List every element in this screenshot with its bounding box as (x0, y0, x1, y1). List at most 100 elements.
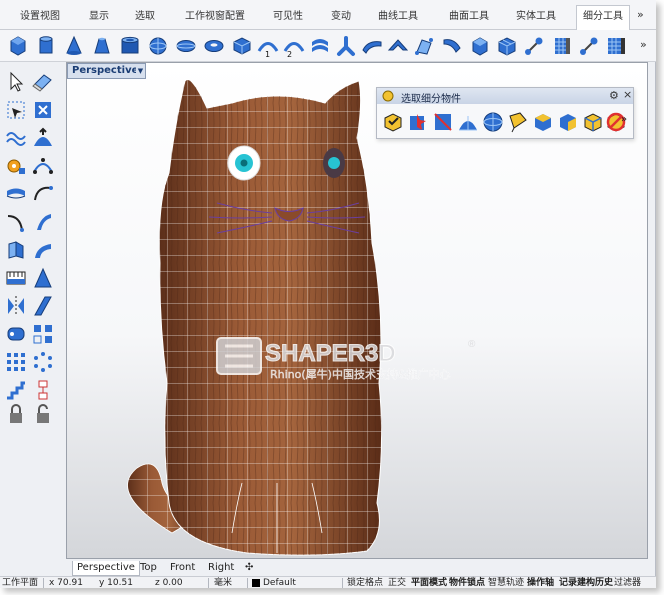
subd-toolbar: 1 2 » (0, 30, 656, 62)
select-subd-panel: 选取细分物件 ⚙ × » (376, 87, 634, 139)
surface-from-points-icon[interactable] (31, 126, 55, 150)
tab-subd-tools[interactable]: 细分工具 (576, 5, 630, 30)
gear-puzzle-icon[interactable] (4, 154, 28, 178)
stairs-icon[interactable] (4, 378, 28, 402)
tab-viewport-layout[interactable]: 工作视窗配置 (179, 7, 251, 29)
history-toggle[interactable]: 记录建构历史 (559, 577, 613, 589)
grid-points-icon[interactable] (4, 350, 28, 374)
tab-curve-tools[interactable]: 曲线工具 (372, 7, 424, 29)
osnap-toggle[interactable]: 物件锁点 (449, 577, 485, 589)
subd-cylinder-icon[interactable] (34, 34, 58, 58)
subd-fill-icon[interactable] (495, 34, 519, 58)
select-arrow-icon[interactable] (4, 70, 28, 94)
extrude-curve-icon[interactable] (4, 238, 28, 262)
units-label[interactable]: 毫米 (214, 577, 232, 589)
toolbar-overflow-button[interactable]: » (640, 38, 647, 51)
status-bar: 工作平面 x 70.91 y 10.51 z 0.00 毫米 Default 锁… (0, 576, 656, 588)
subd-tube-icon[interactable] (118, 34, 142, 58)
cplane-label[interactable]: 工作平面 (2, 577, 38, 589)
svg-text:1: 1 (265, 50, 270, 58)
subd-append-icon[interactable] (468, 34, 492, 58)
watermark-brand: SHAPER3D (265, 340, 396, 367)
viewport-title-dropdown-icon[interactable]: ▼ (136, 63, 146, 79)
sweep-surface-icon[interactable] (31, 210, 55, 234)
select-subd-boundary-icon[interactable] (531, 110, 555, 134)
unlock-icon[interactable] (31, 402, 55, 426)
eraser-icon[interactable] (31, 70, 55, 94)
select-points-icon[interactable] (31, 98, 55, 122)
tab-visibility[interactable]: 可见性 (267, 7, 309, 29)
blend-surface-icon[interactable] (31, 238, 55, 262)
mirror-icon[interactable] (4, 294, 28, 318)
array-icon[interactable] (31, 322, 55, 346)
smarttrack-toggle[interactable]: 智慧轨迹 (488, 577, 524, 589)
tab-set-view[interactable]: 设置视图 (14, 7, 66, 29)
subd-cone-icon[interactable] (62, 34, 86, 58)
subd-face-icon[interactable] (386, 34, 410, 58)
tab-select[interactable]: 选取 (129, 7, 161, 29)
subd-pipe-icon[interactable] (334, 34, 358, 58)
tab-overflow-button[interactable]: » (637, 8, 644, 21)
snap-toggle[interactable]: 锁定格点 (347, 577, 383, 589)
subd-loft-icon[interactable]: 1 (256, 34, 280, 58)
ruler-icon[interactable] (4, 266, 28, 290)
panel-overflow-button[interactable]: » (621, 114, 627, 125)
ortho-toggle[interactable]: 正交 (388, 577, 406, 589)
add-viewport-tab-button[interactable]: ✣ (241, 561, 257, 576)
select-subd-icon[interactable] (381, 110, 405, 134)
subd-quadball-icon[interactable] (230, 34, 254, 58)
subd-torus-icon[interactable] (202, 34, 226, 58)
subd-ellipsoid-icon[interactable] (174, 34, 198, 58)
rhino-window: 设置视图 显示 选取 工作视窗配置 可见性 变动 曲线工具 曲面工具 实体工具 … (0, 0, 656, 588)
select-subd-vertex-icon[interactable] (456, 110, 480, 134)
ribbon-tab-bar: 设置视图 显示 选取 工作视窗配置 可见性 变动 曲线工具 曲面工具 实体工具 … (0, 0, 656, 30)
subd-offset-icon[interactable] (522, 34, 546, 58)
viewtab-right[interactable]: Right (204, 561, 238, 576)
select-subd-edge-icon[interactable] (431, 110, 455, 134)
polar-array-icon[interactable] (31, 350, 55, 374)
subd-box-icon[interactable] (6, 34, 30, 58)
slash-surface-icon[interactable] (31, 294, 55, 318)
select-subd-panel-title: 选取细分物件 (401, 94, 461, 105)
viewport-title[interactable]: Perspective (67, 63, 144, 79)
select-subd-ring-icon[interactable] (506, 110, 530, 134)
tab-surface-tools[interactable]: 曲面工具 (443, 7, 495, 29)
crescent-icon[interactable] (4, 182, 28, 206)
arc-point-icon[interactable] (4, 210, 28, 234)
viewtab-top[interactable]: Top (136, 561, 161, 576)
subd-thicken-icon[interactable] (550, 34, 574, 58)
subd-truncated-cone-icon[interactable] (90, 34, 114, 58)
subd-display-icon[interactable] (4, 322, 28, 346)
subd-bridge-icon[interactable] (412, 34, 436, 58)
gumball-toggle[interactable]: 操作轴 (527, 577, 554, 589)
tab-display[interactable]: 显示 (83, 7, 115, 29)
filter-toggle[interactable]: 过滤器 (614, 577, 641, 589)
subd-skin-icon[interactable] (360, 34, 384, 58)
tab-solid-tools[interactable]: 实体工具 (510, 7, 562, 29)
select-subd-loop-icon[interactable] (481, 110, 505, 134)
close-icon[interactable]: × (623, 88, 632, 101)
select-window-icon[interactable] (4, 98, 28, 122)
subd-insert-point-icon[interactable] (577, 34, 601, 58)
control-points-icon[interactable] (31, 154, 55, 178)
arc-icon[interactable] (31, 182, 55, 206)
curve-wave-icon[interactable] (4, 126, 28, 150)
subd-crease-icon[interactable] (440, 34, 464, 58)
select-subd-face-icon[interactable] (406, 110, 430, 134)
history-icon[interactable] (31, 378, 55, 402)
select-subd-panel-header[interactable]: 选取细分物件 ⚙ × (377, 88, 633, 105)
subd-sweep2-icon[interactable] (308, 34, 332, 58)
subd-stitch-icon[interactable] (604, 34, 628, 58)
gear-icon[interactable]: ⚙ (609, 89, 619, 102)
current-layer[interactable]: Default (263, 577, 296, 589)
viewtab-front[interactable]: Front (166, 561, 199, 576)
select-subd-poly-icon[interactable] (581, 110, 605, 134)
triangle-surface-icon[interactable] (31, 266, 55, 290)
select-subd-crease-icon[interactable] (556, 110, 580, 134)
subd-sphere-icon[interactable] (146, 34, 170, 58)
planar-toggle[interactable]: 平面模式 (411, 577, 447, 589)
lock-icon[interactable] (4, 402, 28, 426)
subd-sweep1-icon[interactable]: 2 (282, 34, 306, 58)
viewtab-perspective[interactable]: Perspective (72, 561, 140, 576)
tab-transform[interactable]: 变动 (325, 7, 357, 29)
